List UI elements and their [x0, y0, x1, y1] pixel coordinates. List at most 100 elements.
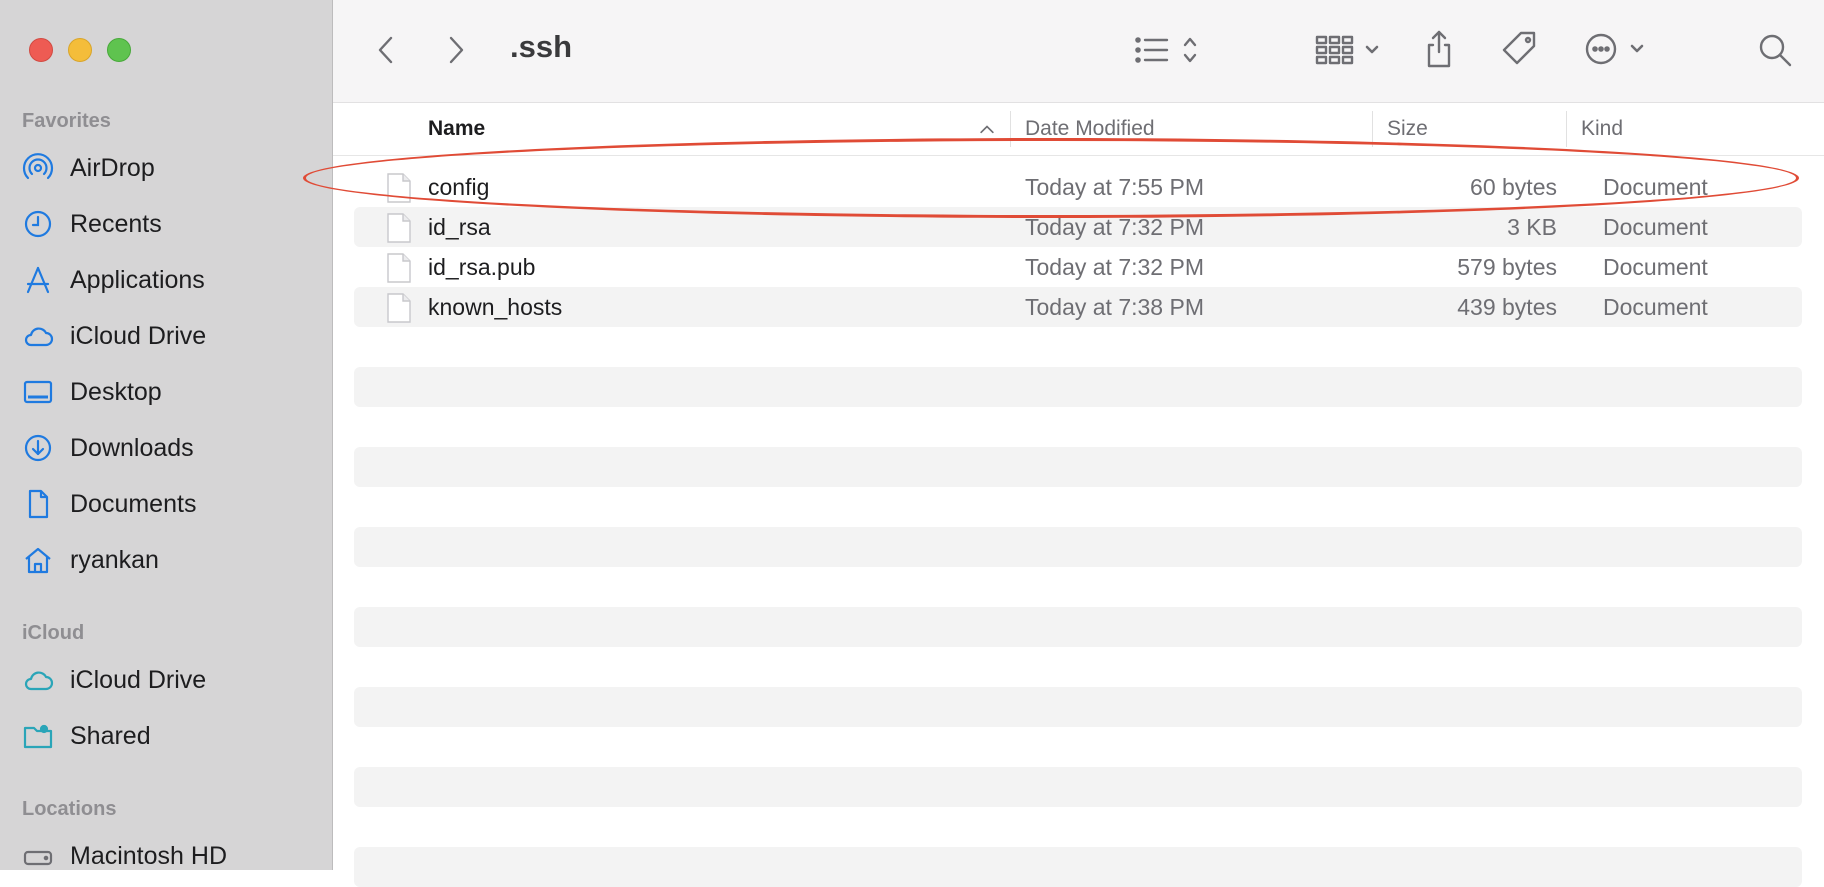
sidebar-item-label: Macintosh HD	[70, 841, 227, 870]
sidebar-item-airdrop[interactable]: AirDrop	[22, 148, 155, 188]
sidebar-item-ryankan[interactable]: ryankan	[22, 540, 159, 580]
airdrop-icon	[22, 152, 58, 184]
shared-folder-icon	[22, 720, 58, 752]
empty-row	[354, 687, 1802, 727]
table-row[interactable]: id_rsa Today at 7:32 PM 3 KB Document	[354, 207, 1802, 247]
group-grid-icon	[1315, 35, 1379, 65]
file-name: id_rsa	[428, 213, 491, 240]
document-file-icon	[387, 293, 411, 323]
file-kind: Document	[1603, 173, 1708, 200]
more-actions-button[interactable]	[1583, 26, 1655, 72]
back-button[interactable]	[369, 30, 403, 70]
window-controls	[29, 38, 131, 62]
sidebar-item-icloud-drive[interactable]: iCloud Drive	[22, 316, 206, 356]
sidebar-item-macintosh-hd[interactable]: Macintosh HD	[22, 836, 227, 876]
empty-row	[354, 367, 1802, 407]
sort-ascending-icon	[979, 103, 995, 155]
sidebar-item-label: iCloud Drive	[70, 321, 207, 350]
document-file-icon	[387, 253, 411, 283]
toolbar: .ssh	[333, 0, 1824, 103]
download-icon	[22, 432, 58, 464]
search-icon	[1759, 34, 1792, 67]
file-name: known_hosts	[428, 293, 563, 320]
document-file-icon	[387, 173, 411, 203]
icloud-section-label: iCloud	[22, 622, 85, 644]
sidebar-item-desktop[interactable]: Desktop	[22, 372, 162, 412]
column-header-name[interactable]: Name	[428, 103, 485, 155]
applications-icon	[22, 264, 58, 296]
sidebar-item-applications[interactable]: Applications	[22, 260, 205, 300]
sidebar-item-label: Recents	[70, 209, 162, 238]
group-button[interactable]	[1309, 28, 1391, 72]
file-kind: Document	[1603, 213, 1708, 240]
tag-button[interactable]	[1497, 26, 1541, 72]
file-date-modified: Today at 7:32 PM	[1025, 253, 1204, 280]
file-size: 439 bytes	[1457, 293, 1557, 320]
sidebar-item-label: Shared	[70, 721, 151, 750]
sidebar-item-shared[interactable]: Shared	[22, 716, 151, 756]
sidebar-item-label: Desktop	[70, 377, 162, 406]
table-row[interactable]: config Today at 7:55 PM 60 bytes Documen…	[354, 167, 1802, 207]
cloud-icon	[22, 320, 58, 352]
forward-icon	[449, 36, 464, 64]
sidebar-item-label: iCloud Drive	[70, 665, 207, 694]
sidebar: Favorites AirDrop Recents Applications i…	[0, 0, 333, 870]
table-row[interactable]: id_rsa.pub Today at 7:32 PM 579 bytes Do…	[354, 247, 1802, 287]
column-header-kind[interactable]: Kind	[1581, 103, 1623, 155]
empty-row	[354, 847, 1802, 887]
window-title: .ssh	[510, 29, 573, 64]
file-kind: Document	[1603, 253, 1708, 280]
file-date-modified: Today at 7:38 PM	[1025, 293, 1204, 320]
minimize-window-button[interactable]	[68, 38, 92, 62]
sidebar-item-documents[interactable]: Documents	[22, 484, 196, 524]
sidebar-item-label: Applications	[70, 265, 205, 294]
column-divider[interactable]	[1566, 111, 1567, 147]
locations-section-label: Locations	[22, 798, 117, 820]
favorites-section-label: Favorites	[22, 110, 111, 132]
more-icon	[1585, 33, 1644, 65]
sidebar-item-label: Documents	[70, 489, 197, 518]
document-icon	[22, 488, 58, 520]
file-date-modified: Today at 7:32 PM	[1025, 213, 1204, 240]
file-kind: Document	[1603, 293, 1708, 320]
file-size: 579 bytes	[1457, 253, 1557, 280]
main-content: .ssh Name Date Modified Size Kind config…	[333, 0, 1824, 887]
column-header: Name Date Modified Size Kind	[333, 103, 1824, 156]
column-header-date-modified[interactable]: Date Modified	[1025, 103, 1155, 155]
column-divider[interactable]	[1010, 111, 1011, 147]
sidebar-item-downloads[interactable]: Downloads	[22, 428, 194, 468]
sidebar-item-icloud-drive-2[interactable]: iCloud Drive	[22, 660, 206, 700]
search-button[interactable]	[1753, 28, 1797, 72]
tag-icon	[1502, 31, 1536, 65]
close-window-button[interactable]	[29, 38, 53, 62]
empty-row	[354, 767, 1802, 807]
file-name: id_rsa.pub	[428, 253, 536, 280]
forward-button[interactable]	[439, 30, 473, 70]
empty-row	[354, 447, 1802, 487]
desktop-icon	[22, 376, 58, 408]
file-date-modified: Today at 7:55 PM	[1025, 173, 1204, 200]
file-name: config	[428, 173, 490, 200]
sidebar-item-label: Downloads	[70, 433, 194, 462]
table-row[interactable]: known_hosts Today at 7:38 PM 439 bytes D…	[354, 287, 1802, 327]
view-mode-button[interactable]	[1129, 28, 1209, 72]
document-file-icon	[387, 213, 411, 243]
column-divider[interactable]	[1372, 111, 1373, 147]
back-icon	[378, 36, 393, 64]
file-size: 60 bytes	[1470, 173, 1557, 200]
empty-row	[354, 607, 1802, 647]
clock-icon	[22, 208, 58, 240]
list-view-icon	[1135, 37, 1197, 63]
sidebar-item-label: AirDrop	[70, 153, 155, 182]
column-header-size[interactable]: Size	[1387, 103, 1428, 155]
disk-icon	[22, 840, 58, 872]
share-icon	[1427, 30, 1451, 68]
zoom-window-button[interactable]	[107, 38, 131, 62]
home-icon	[22, 544, 58, 576]
empty-row	[354, 527, 1802, 567]
share-button[interactable]	[1419, 26, 1459, 72]
cloud-icon	[22, 664, 58, 696]
file-size: 3 KB	[1507, 213, 1557, 240]
sidebar-item-recents[interactable]: Recents	[22, 204, 162, 244]
sidebar-item-label: ryankan	[70, 545, 159, 574]
